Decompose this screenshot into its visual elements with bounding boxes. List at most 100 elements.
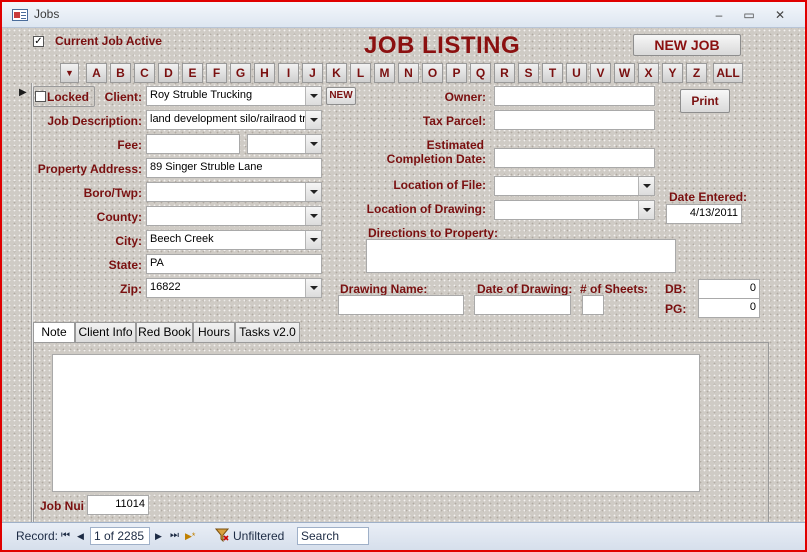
minimize-button[interactable]: –: [709, 7, 729, 23]
tab-note[interactable]: Note: [33, 322, 75, 343]
tax-parcel-label: Tax Parcel:: [422, 114, 486, 128]
title-bar: Jobs – ▭ ✕: [2, 2, 805, 28]
tab-hours[interactable]: Hours: [193, 322, 235, 342]
last-record-button[interactable]: ⏭: [170, 530, 179, 541]
search-input[interactable]: Search: [297, 527, 369, 545]
alpha-button-o[interactable]: O: [422, 63, 443, 83]
city-combo[interactable]: Beech Creek: [146, 230, 322, 250]
pg-field[interactable]: 0: [698, 298, 760, 318]
note-field[interactable]: [52, 354, 700, 492]
client-label: Client:: [104, 90, 142, 104]
current-job-active-label: Current Job Active: [55, 34, 162, 48]
job-description-combo[interactable]: land development silo/railraod tra: [146, 110, 322, 130]
pg-label: PG:: [665, 302, 687, 316]
fee-field[interactable]: [146, 134, 240, 154]
record-navigation-bar: Record: ⏮ ◀ 1 of 2285 ▶ ⏭ ▶* Unfiltered …: [2, 522, 805, 550]
tax-parcel-field[interactable]: [494, 110, 655, 130]
db-field[interactable]: 0: [698, 279, 760, 299]
filter-status[interactable]: Unfiltered: [233, 529, 284, 543]
close-button[interactable]: ✕: [770, 7, 790, 23]
chevron-down-icon[interactable]: [305, 231, 321, 249]
alpha-button-c[interactable]: C: [134, 63, 155, 83]
boro-twp-combo[interactable]: [146, 182, 322, 202]
alpha-button-z[interactable]: Z: [686, 63, 707, 83]
drawing-name-field[interactable]: [338, 295, 464, 315]
filter-icon[interactable]: [214, 528, 230, 543]
zip-combo[interactable]: 16822: [146, 278, 322, 298]
record-position-field[interactable]: 1 of 2285: [90, 527, 150, 545]
alpha-button-p[interactable]: P: [446, 63, 467, 83]
alpha-dropdown-button[interactable]: ▼: [60, 63, 79, 83]
location-of-file-combo[interactable]: [494, 176, 655, 196]
alpha-button-i[interactable]: I: [278, 63, 299, 83]
alpha-button-w[interactable]: W: [614, 63, 635, 83]
sheets-field[interactable]: [582, 295, 604, 315]
fee-type-combo[interactable]: [247, 134, 322, 154]
date-entered-field[interactable]: 4/13/2011: [666, 204, 742, 224]
job-description-label: Job Description:: [47, 114, 142, 128]
alpha-button-d[interactable]: D: [158, 63, 179, 83]
chevron-down-icon[interactable]: [305, 207, 321, 225]
page-title: JOB LISTING: [364, 32, 521, 59]
alpha-button-t[interactable]: T: [542, 63, 563, 83]
alpha-button-n[interactable]: N: [398, 63, 419, 83]
alpha-button-l[interactable]: L: [350, 63, 371, 83]
tab-tasks-v2[interactable]: Tasks v2.0: [235, 322, 300, 342]
record-selector[interactable]: ▶: [19, 87, 27, 98]
chevron-down-icon[interactable]: [305, 135, 321, 153]
alpha-button-f[interactable]: F: [206, 63, 227, 83]
estimated-label: Estimated: [426, 138, 484, 152]
county-combo[interactable]: [146, 206, 322, 226]
alpha-button-k[interactable]: K: [326, 63, 347, 83]
property-address-field[interactable]: 89 Singer Struble Lane: [146, 158, 322, 178]
job-num-label: Job Nui: [40, 499, 84, 513]
alpha-button-s[interactable]: S: [518, 63, 539, 83]
alpha-button-r[interactable]: R: [494, 63, 515, 83]
alpha-button-g[interactable]: G: [230, 63, 251, 83]
alpha-button-a[interactable]: A: [86, 63, 107, 83]
alpha-button-b[interactable]: B: [110, 63, 131, 83]
jobs-window: Jobs – ▭ ✕ ✓ Current Job Active JOB LIST…: [0, 0, 807, 552]
record-label: Record:: [16, 529, 59, 543]
alpha-button-h[interactable]: H: [254, 63, 275, 83]
chevron-down-icon[interactable]: [305, 87, 321, 105]
tab-client-info[interactable]: Client Info: [75, 322, 136, 342]
new-job-button[interactable]: NEW JOB: [633, 34, 741, 56]
job-description-value: land development silo/railraod tra: [150, 113, 313, 125]
alpha-button-j[interactable]: J: [302, 63, 323, 83]
chevron-down-icon[interactable]: [305, 183, 321, 201]
alpha-button-e[interactable]: E: [182, 63, 203, 83]
alpha-button-x[interactable]: X: [638, 63, 659, 83]
new-client-button[interactable]: NEW: [326, 87, 356, 105]
form-icon: [12, 9, 28, 21]
maximize-button[interactable]: ▭: [739, 7, 759, 23]
directions-field[interactable]: [366, 239, 676, 273]
tab-red-book[interactable]: Red Book: [136, 322, 193, 342]
alpha-all-button[interactable]: ALL: [713, 63, 743, 83]
completion-date-label: Completion Date:: [386, 152, 486, 166]
date-of-drawing-field[interactable]: [474, 295, 571, 315]
sheets-label: # of Sheets:: [580, 282, 649, 296]
alpha-button-m[interactable]: M: [374, 63, 395, 83]
first-record-button[interactable]: ⏮: [61, 530, 70, 541]
chevron-down-icon[interactable]: [305, 279, 321, 297]
owner-field[interactable]: [494, 86, 655, 106]
print-button[interactable]: Print: [680, 89, 730, 113]
alpha-button-q[interactable]: Q: [470, 63, 491, 83]
new-record-button[interactable]: ▶*: [185, 531, 195, 542]
client-combo[interactable]: Roy Struble Trucking: [146, 86, 322, 106]
alpha-button-v[interactable]: V: [590, 63, 611, 83]
alpha-button-u[interactable]: U: [566, 63, 587, 83]
fee-label: Fee:: [117, 138, 142, 152]
previous-record-button[interactable]: ◀: [77, 531, 84, 542]
job-num-field[interactable]: 11014: [87, 495, 149, 515]
completion-date-field[interactable]: [494, 148, 655, 168]
chevron-down-icon[interactable]: [638, 177, 654, 195]
chevron-down-icon[interactable]: [305, 111, 321, 129]
current-job-active-checkbox[interactable]: ✓: [33, 36, 44, 47]
state-field[interactable]: PA: [146, 254, 322, 274]
alpha-button-y[interactable]: Y: [662, 63, 683, 83]
location-of-drawing-combo[interactable]: [494, 200, 655, 220]
next-record-button[interactable]: ▶: [155, 531, 162, 542]
chevron-down-icon[interactable]: [638, 201, 654, 219]
